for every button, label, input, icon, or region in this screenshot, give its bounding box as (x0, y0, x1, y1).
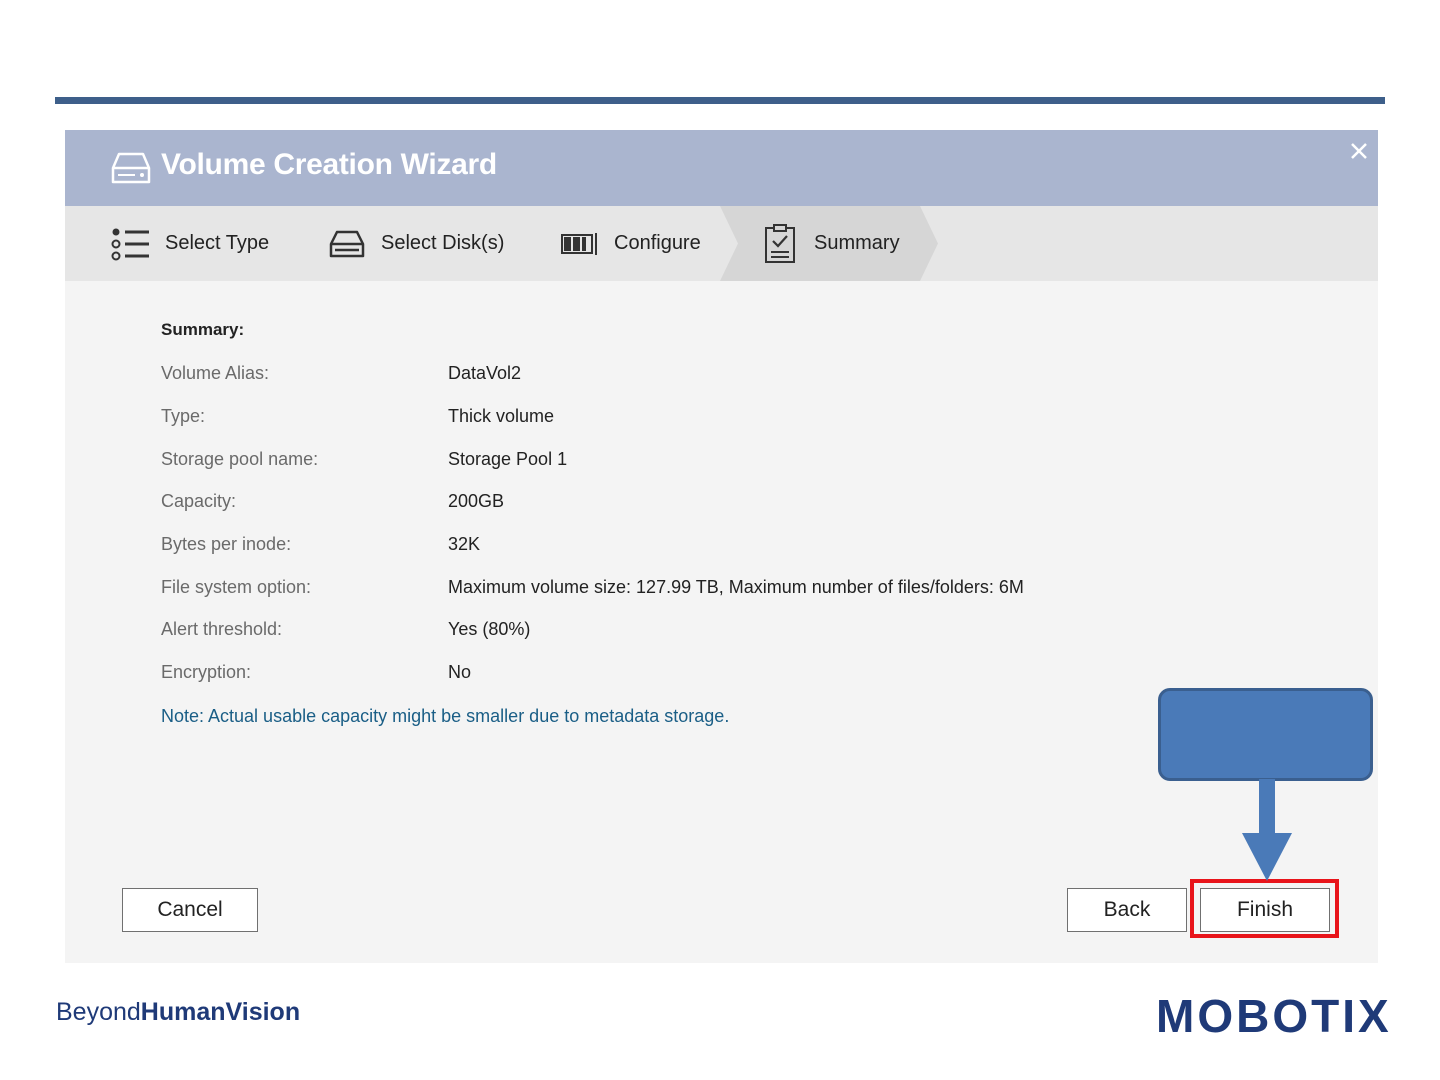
summary-row: Alert threshold: Yes (80%) (161, 619, 1161, 645)
capacity-note: Note: Actual usable capacity might be sm… (161, 706, 730, 726)
step-label: Summary (814, 232, 900, 254)
callout-arrow-icon (1242, 779, 1292, 881)
callout-box (1158, 688, 1373, 781)
summary-value: Thick volume (448, 406, 555, 426)
tagline-bold: Human (140, 998, 226, 1026)
step-label: Select Type (165, 232, 270, 254)
summary-value: 32K (448, 534, 481, 554)
close-icon[interactable] (1348, 140, 1370, 162)
summary-row: Storage pool name: Storage Pool 1 (161, 449, 1161, 475)
tagline: BeyondHumanVision (56, 998, 300, 1027)
summary-heading: Summary: (161, 320, 245, 339)
summary-row: Bytes per inode: 32K (161, 534, 1161, 560)
clipboard-check-icon (760, 223, 800, 264)
summary-key: Encryption: (161, 662, 252, 682)
wizard-steps: Select Type Select Disk(s) Configure Sum… (65, 206, 1378, 281)
summary-key: Storage pool name: (161, 449, 319, 469)
summary-row: Volume Alias: DataVol2 (161, 363, 1161, 389)
dialog-titlebar: Volume Creation Wizard (65, 130, 1378, 206)
cancel-button[interactable]: Cancel (122, 888, 258, 932)
summary-value: Storage Pool 1 (448, 449, 568, 469)
header-rule (55, 97, 1385, 104)
summary-value: Maximum volume size: 127.99 TB, Maximum … (448, 577, 1024, 597)
back-button[interactable]: Back (1067, 888, 1187, 932)
summary-key: Type: (161, 406, 206, 426)
summary-key: Volume Alias: (161, 363, 270, 383)
configure-icon (560, 224, 600, 264)
step-configure[interactable]: Configure (560, 206, 701, 281)
drive-icon (111, 150, 151, 186)
volume-creation-wizard-dialog: Volume Creation Wizard Select Type Selec… (65, 130, 1378, 963)
summary-value: No (448, 662, 472, 682)
summary-row: Capacity: 200GB (161, 491, 1161, 517)
summary-key: File system option: (161, 577, 312, 597)
step-label: Select Disk(s) (381, 232, 505, 254)
summary-key: Alert threshold: (161, 619, 283, 639)
brand-logo: MOBOTIX (1156, 990, 1392, 1042)
step-select-type[interactable]: Select Type (111, 206, 269, 281)
summary-key: Capacity: (161, 491, 237, 511)
step-summary[interactable]: Summary (760, 206, 900, 281)
summary-value: Yes (80%) (448, 619, 531, 639)
finish-button[interactable]: Finish (1200, 888, 1330, 932)
disk-icon (327, 224, 367, 264)
step-label: Configure (614, 232, 701, 254)
tagline-light: Beyond (56, 998, 141, 1026)
summary-row: File system option: Maximum volume size:… (161, 577, 1161, 603)
step-select-disks[interactable]: Select Disk(s) (327, 206, 504, 281)
dialog-title: Volume Creation Wizard (161, 148, 497, 181)
summary-value: DataVol2 (448, 363, 522, 383)
summary-row: Encryption: No (161, 662, 1161, 688)
summary-row: Type: Thick volume (161, 406, 1161, 432)
tagline-bold: Vision (225, 998, 301, 1026)
summary-value: 200GB (448, 491, 505, 511)
summary-key: Bytes per inode: (161, 534, 292, 554)
list-icon (111, 224, 151, 264)
